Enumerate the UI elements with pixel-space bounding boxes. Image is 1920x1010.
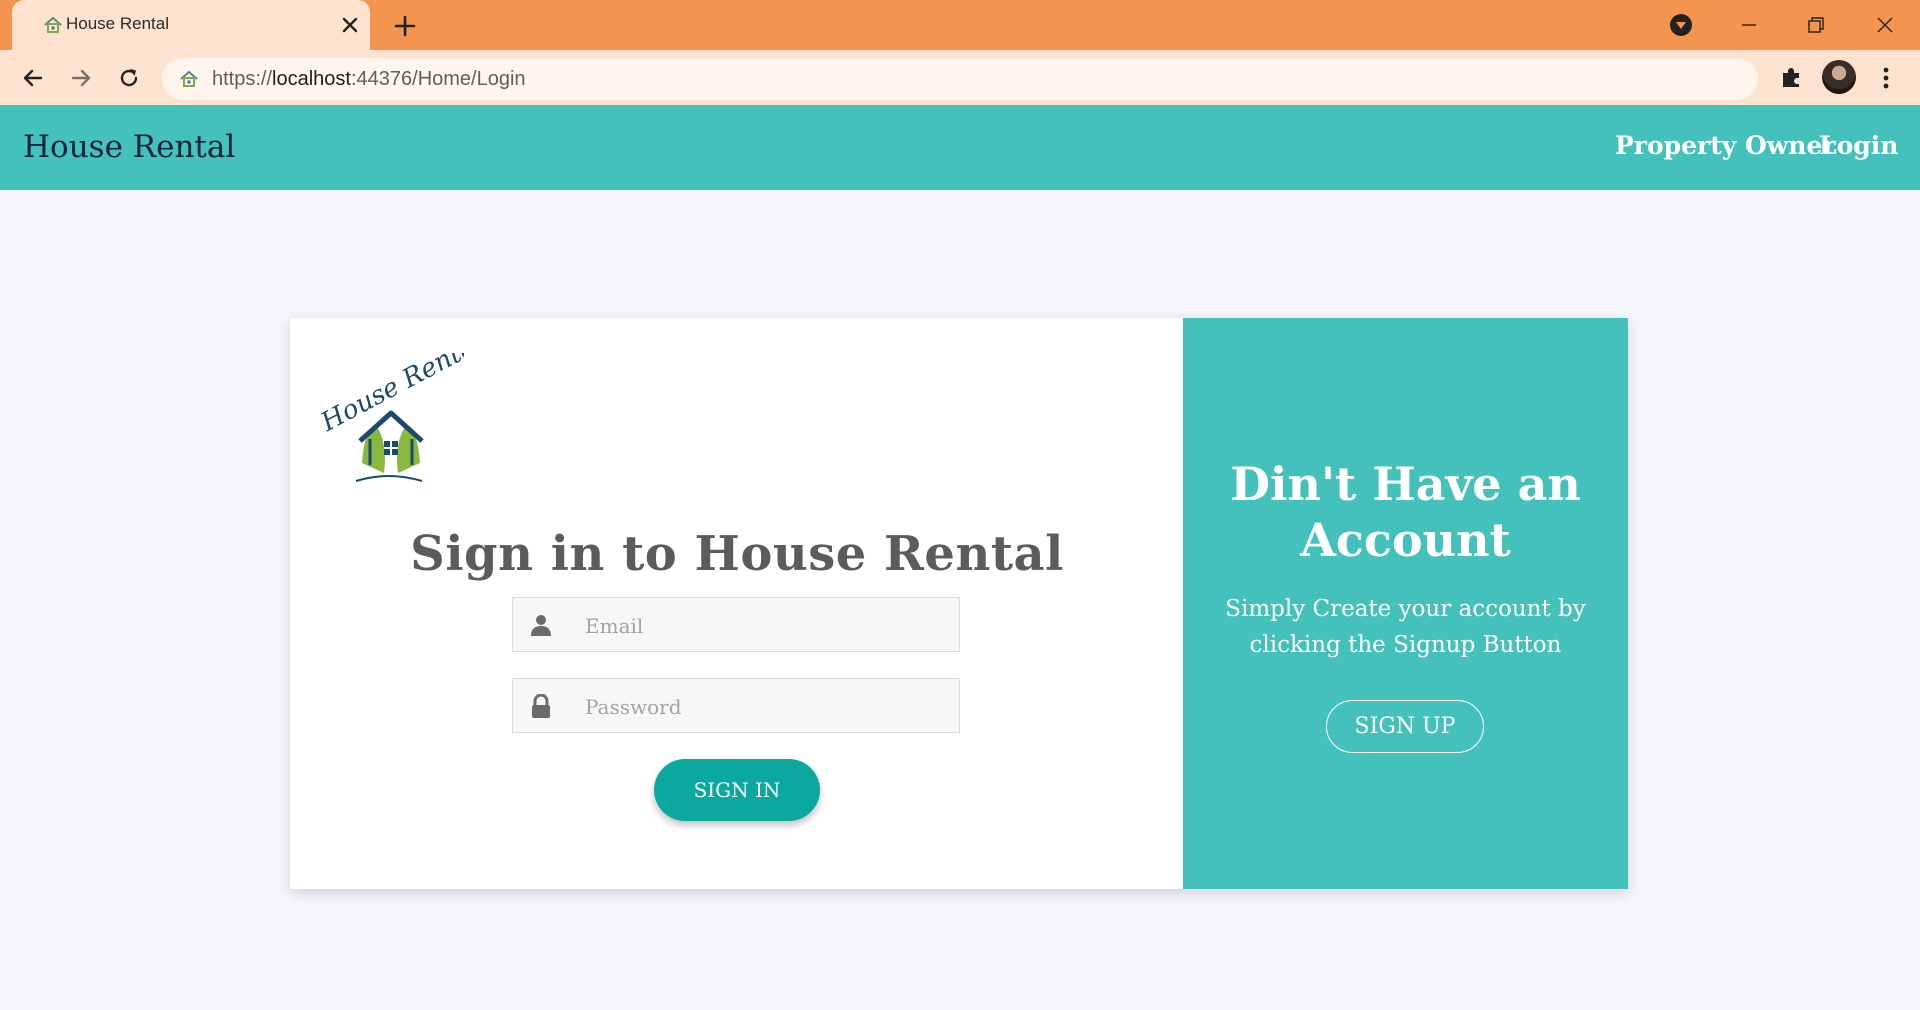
url-host: localhost (272, 68, 351, 90)
email-input[interactable] (583, 598, 947, 653)
house-favicon-icon (180, 70, 198, 87)
password-input[interactable] (583, 679, 947, 734)
forward-arrow-icon[interactable] (67, 64, 95, 92)
plus-icon[interactable] (392, 13, 418, 39)
url-path: :44376/Home/Login (350, 68, 526, 90)
puzzle-icon[interactable] (1778, 64, 1804, 90)
browser-toolbar: https://localhost:44376/Home/Login (0, 50, 1920, 105)
kebab-menu-icon[interactable] (1874, 64, 1898, 92)
site-brand[interactable]: House Rental (23, 129, 235, 165)
browser-tab[interactable]: House Rental (12, 0, 370, 50)
user-icon (531, 615, 551, 636)
house-rental-logo: House Rental (318, 353, 464, 482)
email-field[interactable] (512, 597, 960, 653)
signin-title: Sign in to House Rental (410, 526, 1064, 582)
logo-text: House Rental (318, 353, 464, 438)
login-card: House Rental Sign in to House Rental SIG… (290, 318, 1628, 889)
signup-button[interactable]: SIGN UP (1326, 700, 1484, 753)
site-navbar: House Rental Property Owner Login (0, 105, 1920, 190)
reload-icon[interactable] (115, 64, 143, 92)
avatar[interactable] (1822, 60, 1856, 94)
password-field[interactable] (512, 678, 960, 734)
signup-panel-title: Din't Have an Account (1230, 457, 1581, 567)
restore-icon[interactable] (1800, 10, 1830, 40)
window-close-icon[interactable] (1870, 10, 1900, 40)
media-icon[interactable] (1666, 10, 1696, 40)
tab-title: House Rental (66, 14, 170, 33)
house-favicon-icon (44, 16, 62, 33)
close-icon[interactable] (338, 13, 362, 37)
nav-link-property-owner[interactable]: Property Owner (1615, 131, 1836, 160)
address-bar[interactable]: https://localhost:44376/Home/Login (162, 58, 1758, 100)
minimize-icon[interactable] (1734, 10, 1764, 40)
signup-panel: Din't Have an Account Simply Create your… (1183, 318, 1628, 889)
nav-link-login[interactable]: Login (1819, 131, 1898, 160)
signup-panel-text: Simply Create your account by clicking t… (1225, 596, 1586, 658)
url-text: https://localhost:44376/Home/Login (212, 68, 526, 91)
browser-chrome: House Rental https://localhost:44376/Hom… (0, 0, 1920, 105)
back-arrow-icon[interactable] (19, 64, 47, 92)
url-prefix: https:// (212, 68, 273, 90)
lock-icon (532, 694, 550, 718)
signin-button[interactable]: SIGN IN (654, 759, 820, 821)
